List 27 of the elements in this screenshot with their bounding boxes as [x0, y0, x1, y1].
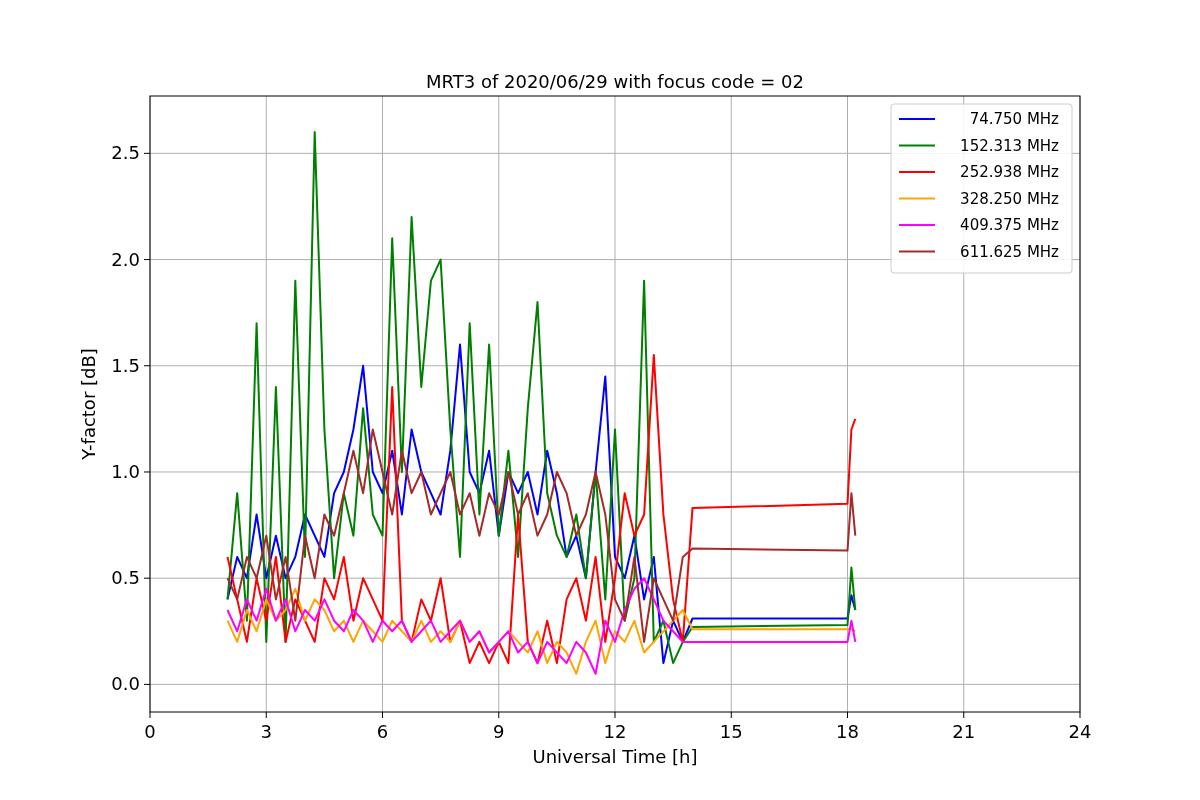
- tick-label: 0.5: [111, 567, 140, 589]
- tick-label: 18: [836, 721, 859, 742]
- tick-label: 9: [493, 721, 505, 742]
- tick-label: 3: [260, 721, 272, 742]
- tick-label: 12: [603, 721, 627, 742]
- chart-title: MRT3 of 2020/06/29 with focus code = 02: [426, 71, 804, 92]
- legend-label: 611.625 MHz: [960, 242, 1059, 261]
- legend-label: 152.313 MHz: [960, 136, 1059, 155]
- tick-label: 21: [952, 721, 976, 742]
- tick-label: 2.5: [111, 142, 140, 164]
- y-axis-label: Y-factor [dB]: [78, 348, 99, 460]
- legend-label: 74.750 MHz: [969, 110, 1059, 128]
- legend-swatch: [898, 144, 936, 147]
- legend-label: 252.938 MHz: [960, 163, 1059, 181]
- tick-label: 2.0: [111, 248, 140, 270]
- legend-label: 409.375 MHz: [960, 216, 1059, 234]
- tick-label: 15: [719, 721, 743, 742]
- tick-label: 0.0: [111, 673, 140, 695]
- tick-label: 1.5: [111, 354, 140, 376]
- x-axis-label: Universal Time [h]: [532, 746, 698, 767]
- legend-swatch: [898, 197, 936, 200]
- tick-label: 6: [376, 721, 389, 742]
- tick-label: 24: [1068, 721, 1092, 742]
- tick-label: 0: [144, 721, 156, 742]
- legend-label: 328.250 MHz: [960, 189, 1059, 208]
- tick-label: 1.0: [111, 460, 140, 482]
- legend-swatch: [898, 250, 936, 253]
